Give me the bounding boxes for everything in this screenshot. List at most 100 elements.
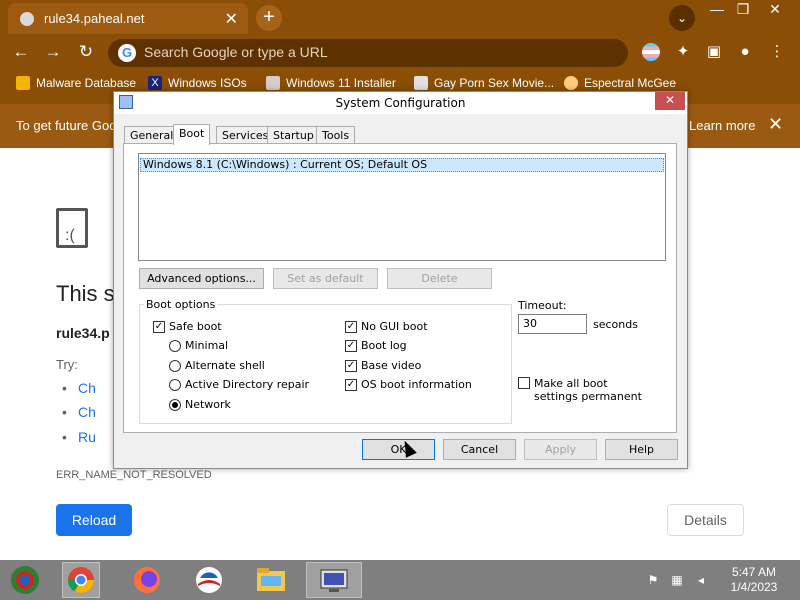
avatar-icon [564, 76, 578, 90]
clock-time: 5:47 AM [731, 565, 777, 579]
tab-search-button[interactable]: ⌄ [669, 5, 695, 31]
safe-boot-checkbox[interactable]: ✓ Safe boot [153, 320, 222, 333]
apply-button[interactable]: Apply [524, 439, 597, 460]
bookmark-gay-porn-sex-movie[interactable]: Gay Porn Sex Movie... [414, 76, 554, 90]
reload-icon[interactable]: ↻ [75, 41, 97, 63]
os-list[interactable]: Windows 8.1 (C:\Windows) : Current OS; D… [138, 153, 666, 261]
learn-more-link[interactable]: Learn more [689, 118, 755, 133]
tab-general[interactable]: General [124, 126, 180, 144]
os-boot-information-checkbox[interactable]: ✓ OS boot information [345, 378, 472, 391]
dialog-title: System Configuration [335, 96, 466, 110]
taskbar-clock[interactable]: 5:47 AM 1/4/2023 [716, 565, 792, 595]
timeout-input[interactable]: 30 [518, 314, 587, 334]
reload-button[interactable]: Reload [56, 504, 132, 536]
window-close-icon[interactable]: ✕ [762, 0, 788, 20]
minimize-icon[interactable]: — [704, 0, 730, 20]
checkbox-label: Boot log [361, 339, 407, 352]
tray-volume-icon[interactable]: ◂ [694, 573, 708, 587]
image-icon [266, 76, 280, 90]
bookmark-label: Windows ISOs [168, 76, 247, 90]
tab-tools[interactable]: Tools [316, 126, 356, 144]
checkbox-checked-icon: ✓ [345, 339, 357, 352]
radio-alternate-shell[interactable]: Alternate shell [169, 359, 265, 372]
checkbox-label: No GUI boot [361, 320, 428, 333]
help-button[interactable]: Help [605, 439, 678, 460]
radio-icon [169, 339, 181, 352]
checkbox-checked-icon: ✓ [345, 378, 357, 391]
tab-strip: rule34.paheal.net ✕ + ⌄ — ❐ ✕ [0, 0, 800, 34]
bookmark-windows-11-installer[interactable]: Windows 11 Installer [266, 76, 396, 90]
obama-logo-icon[interactable] [190, 562, 228, 598]
dialog-titlebar[interactable]: System Configuration ✕ [114, 92, 687, 114]
radio-selected-icon [169, 398, 181, 411]
radio-minimal[interactable]: Minimal [169, 339, 228, 352]
bookmark-label: Malware Database [36, 76, 137, 90]
os-list-item[interactable]: Windows 8.1 (C:\Windows) : Current OS; D… [140, 158, 664, 172]
x-icon: X [148, 76, 162, 90]
tab-close-icon[interactable]: ✕ [225, 9, 238, 29]
radio-label: Network [185, 398, 231, 411]
boot-options-label: Boot options [144, 298, 218, 311]
bookmark-label: Espectral McGee [584, 76, 677, 90]
set-as-default-button[interactable]: Set as default [273, 268, 378, 289]
cancel-button[interactable]: Cancel [443, 439, 516, 460]
clock-date: 1/4/2023 [730, 580, 778, 594]
address-bar[interactable]: G Search Google or type a URL [108, 39, 628, 67]
back-icon[interactable]: ← [10, 41, 32, 63]
tab-services[interactable]: Services [216, 126, 275, 144]
windows-start-icon[interactable] [6, 562, 44, 598]
boot-log-checkbox[interactable]: ✓ Boot log [345, 339, 407, 352]
bookmark-malware-database[interactable]: Malware Database [16, 76, 136, 90]
suggestion-link[interactable]: Ch [62, 380, 96, 396]
no-gui-boot-checkbox[interactable]: ✓ No GUI boot [345, 320, 428, 333]
radio-network[interactable]: Network [169, 398, 231, 411]
timeout-label: Timeout: [518, 299, 567, 312]
info-bar-close-icon[interactable]: ✕ [768, 114, 783, 135]
tab-startup[interactable]: Startup [267, 126, 320, 144]
checkbox-label: OS boot information [361, 378, 472, 391]
bookmark-windows-isos[interactable]: X Windows ISOs [148, 76, 247, 90]
file-explorer-icon[interactable] [252, 562, 290, 598]
account-icon[interactable]: ● [734, 41, 756, 63]
checkbox-checked-icon: ✓ [345, 359, 357, 372]
system-configuration-dialog: System Configuration ✕ General Boot Serv… [113, 91, 688, 469]
delete-button[interactable]: Delete [387, 268, 492, 289]
checkbox-unchecked-icon [518, 377, 530, 389]
tray-network-icon[interactable]: ▦ [670, 573, 684, 587]
page-host: rule34.p [56, 325, 110, 341]
bookmark-label: Gay Porn Sex Movie... [434, 76, 555, 90]
radio-icon [169, 378, 181, 391]
profile-flag-icon[interactable] [640, 41, 662, 63]
radio-label: Alternate shell [185, 359, 265, 372]
site-icon [414, 76, 428, 90]
bookmark-espectral-mcgee[interactable]: Espectral McGee [564, 76, 676, 90]
firefox-icon[interactable] [128, 562, 166, 598]
msconfig-taskbar-icon[interactable] [306, 562, 362, 598]
safe-boot-label: Safe boot [169, 320, 222, 333]
base-video-checkbox[interactable]: ✓ Base video [345, 359, 421, 372]
extensions-icon[interactable]: ✦ [672, 41, 694, 63]
forward-icon[interactable]: → [42, 41, 64, 63]
info-bar-text: To get future Goo [16, 118, 117, 133]
checkbox-checked-icon: ✓ [153, 320, 165, 333]
radio-label: Active Directory repair [185, 378, 310, 391]
restore-icon[interactable]: ❐ [730, 0, 756, 20]
bookmark-icon [16, 76, 30, 90]
seconds-label: seconds [593, 318, 638, 331]
suggestion-link[interactable]: Ch [62, 404, 96, 420]
side-panel-icon[interactable]: ▣ [703, 41, 725, 63]
tray-flag-icon[interactable]: ⚑ [646, 573, 660, 587]
radio-active-directory-repair[interactable]: Active Directory repair [169, 378, 309, 391]
suggestion-link[interactable]: Ru [62, 429, 96, 445]
dialog-close-button[interactable]: ✕ [655, 92, 685, 110]
details-button[interactable]: Details [667, 504, 744, 536]
radio-label: Minimal [185, 339, 229, 352]
advanced-options-button[interactable]: Advanced options... [139, 268, 264, 289]
make-permanent-checkbox[interactable]: Make all boot settings permanent [518, 377, 654, 403]
new-tab-button[interactable]: + [256, 5, 282, 31]
tab-boot[interactable]: Boot [173, 124, 211, 145]
try-label: Try: [56, 357, 78, 372]
browser-tab[interactable]: rule34.paheal.net ✕ [8, 3, 248, 34]
chrome-icon[interactable] [62, 562, 100, 598]
menu-icon[interactable]: ⋮ [766, 41, 788, 63]
